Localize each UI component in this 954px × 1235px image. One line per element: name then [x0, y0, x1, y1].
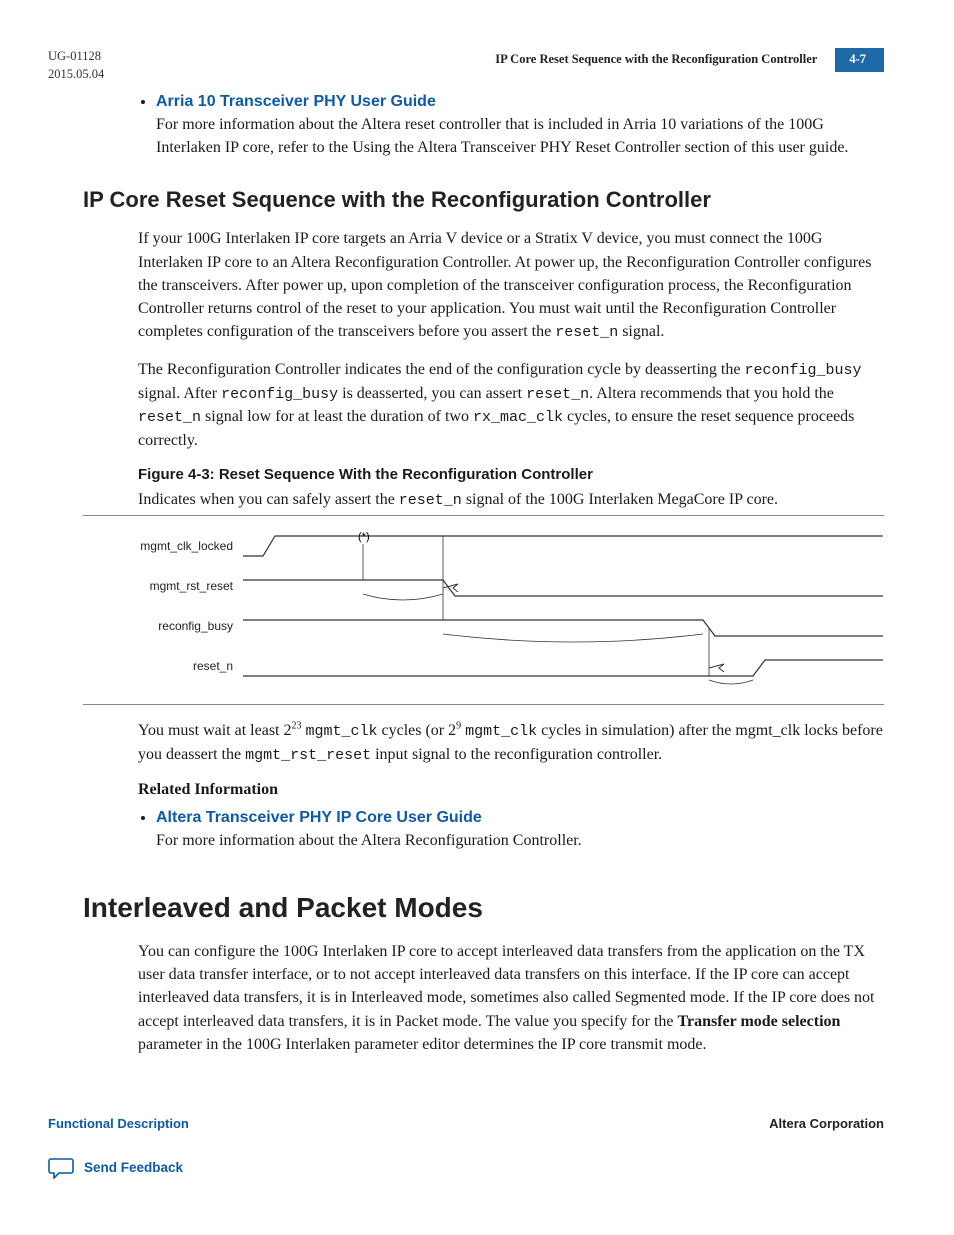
- code-mgmt-clk: mgmt_clk: [305, 723, 377, 740]
- figure-caption: Figure 4-3: Reset Sequence With the Reco…: [138, 466, 884, 483]
- signal-label: mgmt_clk_locked: [83, 539, 243, 553]
- header-right: IP Core Reset Sequence with the Reconfig…: [495, 48, 884, 72]
- top-related-list: Arria 10 Transceiver PHY User Guide For …: [138, 93, 884, 159]
- waveform-reconfig-busy: [243, 606, 883, 646]
- section-title-interleaved-packet: Interleaved and Packet Modes: [83, 892, 884, 924]
- footer-company: Altera Corporation: [769, 1116, 884, 1131]
- code-reconfig-busy: reconfig_busy: [221, 386, 338, 403]
- section-title-reset-sequence: IP Core Reset Sequence with the Reconfig…: [83, 187, 884, 213]
- code-reset-n: reset_n: [138, 409, 201, 426]
- signal-label: mgmt_rst_reset: [83, 579, 243, 593]
- code-reset-n: reset_n: [555, 324, 618, 341]
- code-reset-n: reset_n: [526, 386, 589, 403]
- page-number-badge: 4-7: [835, 48, 884, 72]
- phy-ip-guide-desc: For more information about the Altera Re…: [156, 829, 884, 852]
- figure-note: Indicates when you can safely assert the…: [138, 491, 884, 509]
- marker-label: (*): [358, 531, 370, 543]
- waveform-mgmt-clk-locked: (*): [243, 526, 883, 566]
- timing-diagram: mgmt_clk_locked (*) mgmt_rst_reset: [83, 515, 884, 705]
- list-item: Arria 10 Transceiver PHY User Guide For …: [156, 93, 884, 159]
- paragraph: You can configure the 100G Interlaken IP…: [138, 940, 884, 1056]
- send-feedback-link[interactable]: Send Feedback: [48, 1157, 884, 1179]
- speech-bubble-icon: [48, 1157, 74, 1179]
- code-mgmt-clk: mgmt_clk: [465, 723, 537, 740]
- code-mgmt-rst-reset: mgmt_rst_reset: [245, 747, 371, 764]
- paragraph: If your 100G Interlaken IP core targets …: [138, 227, 884, 344]
- signal-label: reconfig_busy: [83, 619, 243, 633]
- footer-section-link[interactable]: Functional Description: [48, 1116, 189, 1131]
- code-rx-mac-clk: rx_mac_clk: [473, 409, 563, 426]
- doc-id: UG-01128: [48, 48, 104, 66]
- related-info-list: Altera Transceiver PHY IP Core User Guid…: [138, 809, 884, 852]
- doc-date: 2015.05.04: [48, 66, 104, 84]
- figure-4-3: Indicates when you can safely assert the…: [83, 491, 884, 767]
- running-title: IP Core Reset Sequence with the Reconfig…: [495, 51, 817, 69]
- param-name: Transfer mode selection: [678, 1013, 841, 1030]
- header-left: UG-01128 2015.05.04: [48, 48, 104, 83]
- waveform-reset-n: [243, 646, 883, 686]
- waveform-mgmt-rst-reset: [243, 566, 883, 606]
- page-footer: Functional Description Altera Corporatio…: [48, 1116, 884, 1131]
- arria10-link[interactable]: Arria 10 Transceiver PHY User Guide: [156, 93, 436, 110]
- signal-label: reset_n: [83, 659, 243, 673]
- code-reconfig-busy: reconfig_busy: [744, 362, 861, 379]
- phy-ip-guide-link[interactable]: Altera Transceiver PHY IP Core User Guid…: [156, 809, 482, 826]
- code-reset-n: reset_n: [399, 492, 462, 509]
- arria10-desc: For more information about the Altera re…: [156, 113, 884, 159]
- paragraph: The Reconfiguration Controller indicates…: [138, 358, 884, 452]
- figure-footnote: You must wait at least 223 mgmt_clk cycl…: [138, 719, 884, 767]
- send-feedback-label: Send Feedback: [84, 1160, 183, 1175]
- list-item: Altera Transceiver PHY IP Core User Guid…: [156, 809, 884, 852]
- page-header: UG-01128 2015.05.04 IP Core Reset Sequen…: [48, 48, 884, 83]
- related-info-heading: Related Information: [138, 781, 884, 799]
